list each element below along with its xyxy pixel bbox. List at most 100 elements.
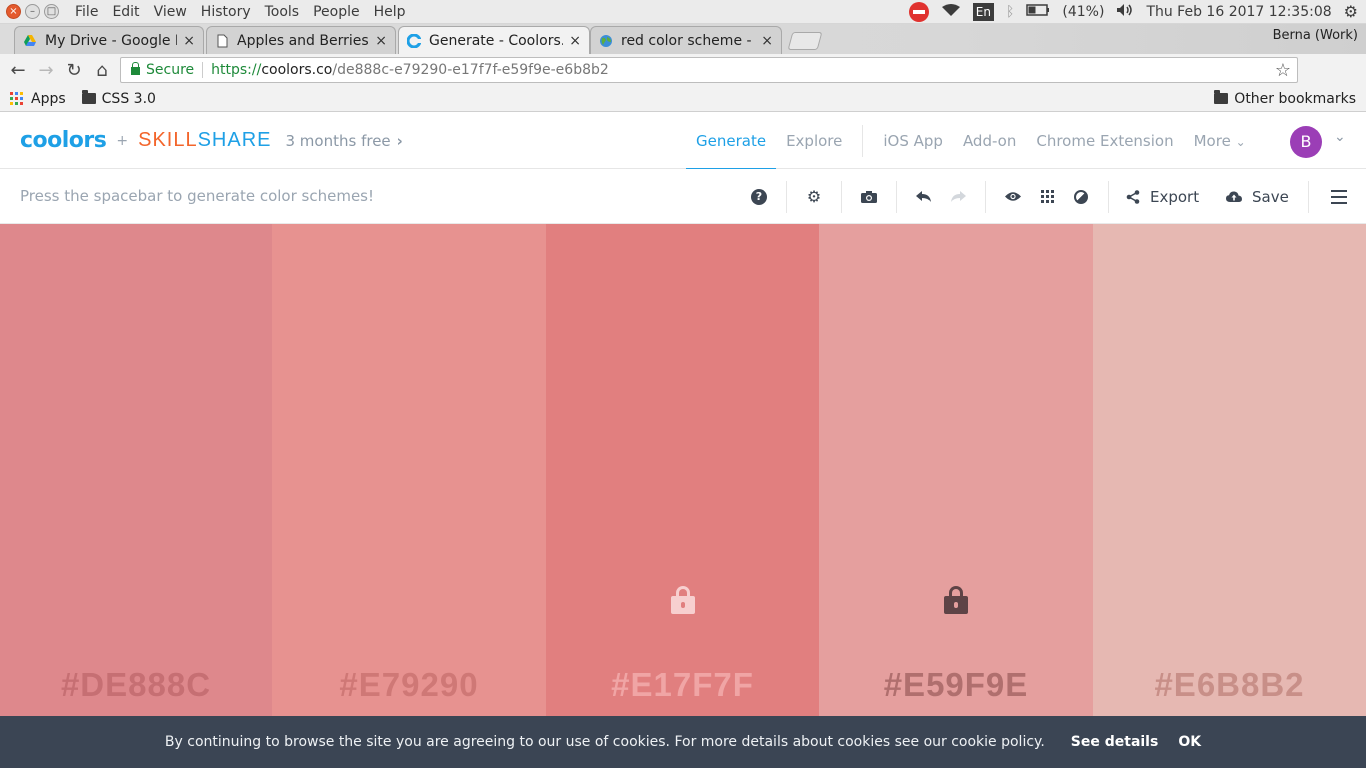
grid-view-button[interactable]	[1036, 169, 1058, 224]
question-icon: ?	[751, 188, 767, 205]
do-not-disturb-icon[interactable]	[908, 1, 929, 22]
lock-icon[interactable]	[670, 586, 695, 614]
redo-icon	[951, 191, 966, 202]
menu-help[interactable]: Help	[374, 4, 406, 20]
cookie-ok-button[interactable]: OK	[1178, 734, 1201, 750]
folder-icon	[1214, 90, 1229, 104]
camera-button[interactable]	[858, 169, 880, 224]
grid-icon	[1040, 190, 1054, 203]
bookmark-other[interactable]: Other bookmarks	[1214, 90, 1356, 107]
tab-coolors-generate[interactable]: Generate - Coolors.c ×	[398, 26, 590, 54]
avatar[interactable]: B	[1290, 126, 1322, 158]
keyboard-layout[interactable]: En	[972, 2, 994, 21]
bluetooth-icon[interactable]: ᛒ	[1006, 4, 1014, 20]
nav-generate[interactable]: Generate	[686, 113, 777, 170]
window-controls: × – □	[6, 4, 59, 19]
menu-people[interactable]: People	[313, 4, 360, 20]
app-menu: File Edit View History Tools People Help	[75, 4, 406, 20]
close-tab-icon[interactable]: ×	[569, 33, 581, 49]
coolors-logo[interactable]: coolors	[20, 128, 107, 153]
cookie-message: By continuing to browse the site you are…	[164, 734, 1045, 750]
divider	[202, 62, 204, 78]
close-window-button[interactable]: ×	[6, 4, 21, 19]
url-path: /de888c-e79290-e17f7f-e59f9e-e6b8b2	[332, 62, 609, 78]
redo-button[interactable]	[947, 169, 969, 224]
nav-chrome-extension[interactable]: Chrome Extension	[1026, 113, 1183, 169]
save-label: Save	[1252, 187, 1289, 206]
save-button[interactable]: Save	[1226, 169, 1296, 224]
folder-icon	[81, 90, 96, 104]
color-swatch-2[interactable]: #E79290	[272, 224, 546, 716]
hex-code[interactable]: #E79290	[272, 666, 546, 704]
menu-view[interactable]: View	[154, 4, 187, 20]
tab-red-color-scheme[interactable]: red color scheme - Ec ×	[590, 26, 782, 54]
main-nav: Generate Explore iOS App Add-on Chrome E…	[686, 113, 1256, 170]
url-host: coolors.co	[261, 62, 333, 78]
profile-name[interactable]: Berna (Work)	[1273, 28, 1358, 43]
settings-gear-icon[interactable]: ⚙	[1344, 2, 1358, 21]
nav-more-label: More	[1193, 132, 1231, 150]
new-tab-button[interactable]	[787, 32, 823, 50]
chevron-right-icon: ›	[396, 131, 403, 150]
wifi-icon[interactable]	[941, 3, 961, 21]
see-details-link[interactable]: See details	[1071, 734, 1159, 750]
color-swatch-1[interactable]: #DE888C	[0, 224, 272, 716]
skillshare-logo[interactable]: SKILLSHARE	[138, 129, 271, 152]
close-tab-icon[interactable]: ×	[375, 33, 387, 49]
forward-button[interactable]: →	[32, 60, 60, 81]
export-button[interactable]: Export	[1126, 169, 1216, 224]
menu-history[interactable]: History	[201, 4, 251, 20]
minimize-window-button[interactable]: –	[25, 4, 40, 19]
reload-button[interactable]: ↻	[60, 60, 88, 81]
home-button[interactable]: ⌂	[88, 60, 116, 81]
back-button[interactable]: ←	[4, 60, 32, 81]
url-bar[interactable]: Secure https://coolors.co/de888c-e79290-…	[120, 57, 1298, 83]
menu-edit[interactable]: Edit	[112, 4, 139, 20]
color-swatch-5[interactable]: #E6B8B2	[1093, 224, 1366, 716]
view-button[interactable]	[1002, 169, 1024, 224]
contrast-button[interactable]	[1070, 169, 1092, 224]
hex-code[interactable]: #E17F7F	[546, 666, 819, 704]
nav-explore[interactable]: Explore	[776, 113, 852, 169]
undo-button[interactable]	[913, 169, 935, 224]
maximize-window-button[interactable]: □	[44, 4, 59, 19]
apps-grid-icon	[10, 92, 23, 105]
toolbar-divider	[896, 181, 897, 213]
nav-ios-app[interactable]: iOS App	[873, 113, 953, 169]
hex-code[interactable]: #E6B8B2	[1093, 666, 1366, 704]
google-drive-icon	[24, 34, 36, 46]
volume-icon[interactable]	[1116, 3, 1134, 21]
bookmark-apps[interactable]: Apps	[10, 91, 66, 107]
tab-my-drive[interactable]: My Drive - Google Dr ×	[14, 26, 204, 54]
nav-add-on[interactable]: Add-on	[953, 113, 1026, 169]
nav-more[interactable]: More ⌄	[1184, 113, 1256, 169]
lock-icon	[131, 62, 140, 75]
hex-code[interactable]: #DE888C	[0, 666, 272, 704]
contrast-icon	[1074, 189, 1088, 204]
chevron-down-icon[interactable]: ⌄	[1334, 129, 1346, 145]
lock-icon[interactable]	[944, 586, 968, 614]
menu-tools[interactable]: Tools	[265, 4, 300, 20]
promo-link[interactable]: 3 months free ›	[286, 132, 403, 150]
color-palette: #DE888C #E79290 #E17F7F #E59F9E #E6B8B2	[0, 224, 1366, 716]
menu-file[interactable]: File	[75, 4, 98, 20]
settings-button[interactable]: ⚙	[803, 169, 825, 224]
toolbar-divider	[786, 181, 787, 213]
bookmark-css3-folder[interactable]: CSS 3.0	[81, 90, 156, 107]
clock[interactable]: Thu Feb 16 2017 12:35:08	[1146, 4, 1331, 20]
spacebar-hint: Press the spacebar to generate color sch…	[20, 187, 375, 205]
close-tab-icon[interactable]: ×	[761, 33, 773, 49]
toolbar-divider	[1108, 181, 1109, 213]
browser-tab-strip: My Drive - Google Dr × Apples and Berrie…	[0, 24, 1366, 54]
color-swatch-3[interactable]: #E17F7F	[546, 224, 819, 716]
tab-apples-and-berries[interactable]: Apples and Berries P ×	[206, 26, 396, 54]
color-swatch-4[interactable]: #E59F9E	[819, 224, 1093, 716]
menu-button[interactable]	[1328, 169, 1350, 224]
bookmark-star-icon[interactable]: ☆	[1275, 60, 1291, 81]
battery-icon[interactable]	[1026, 3, 1050, 20]
skillshare-logo-skill: SKILL	[138, 129, 198, 151]
help-button[interactable]: ?	[748, 169, 770, 224]
close-tab-icon[interactable]: ×	[183, 33, 195, 49]
hex-code[interactable]: #E59F9E	[819, 666, 1093, 704]
site-header: coolors + SKILLSHARE 3 months free › Gene…	[0, 113, 1366, 170]
